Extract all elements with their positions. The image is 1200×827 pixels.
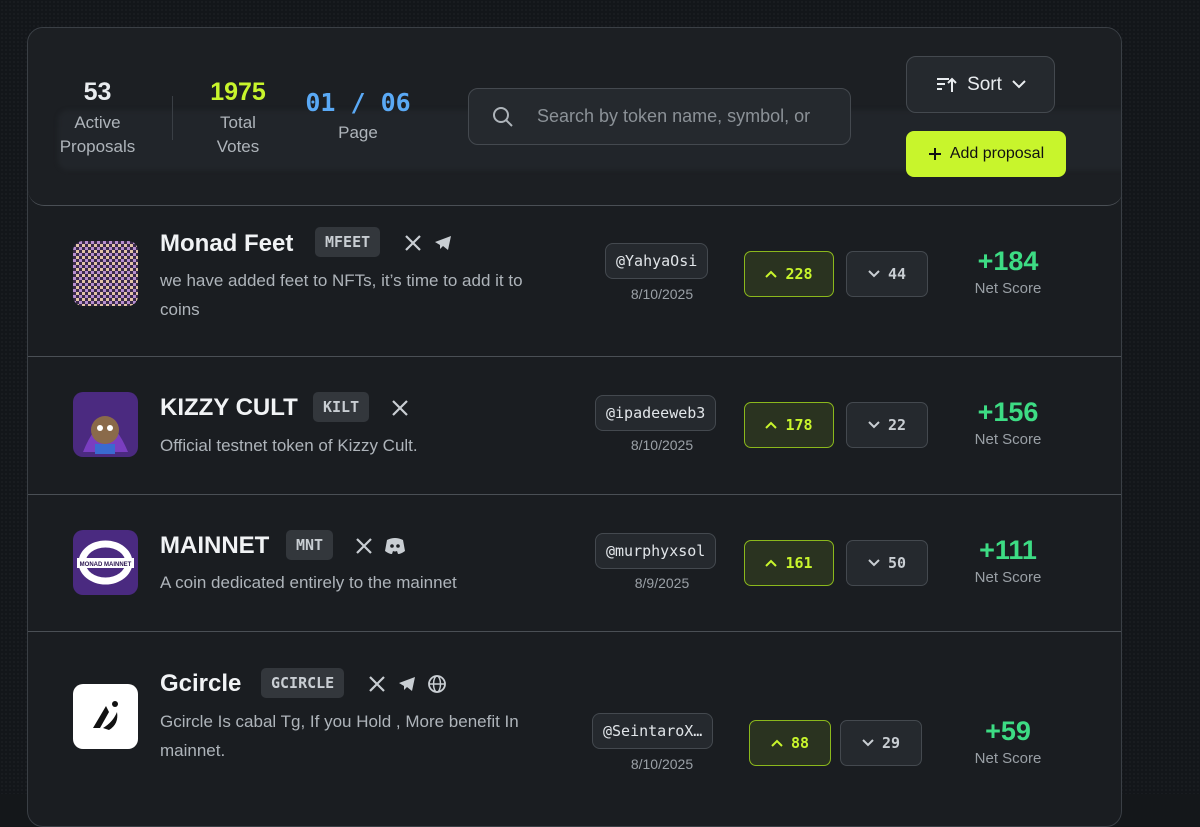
token-logo-kizzy-cult	[73, 392, 138, 457]
net-score: +111 Net Score	[974, 535, 1042, 586]
chevron-down-icon	[1012, 80, 1026, 89]
stat-divider	[172, 96, 173, 140]
x-icon[interactable]	[390, 398, 410, 418]
socials	[390, 398, 410, 418]
token-description: Official testnet token of Kizzy Cult.	[160, 436, 418, 455]
created-date: 8/9/2025	[634, 575, 690, 591]
creator-handle[interactable]: @murphyxsol	[595, 533, 717, 569]
sort-button[interactable]: Sort	[906, 56, 1055, 113]
net-score: +184 Net Score	[974, 246, 1042, 297]
token-description: we have added feet to NFTs, it’s time to…	[160, 271, 523, 319]
chevron-up-icon	[771, 739, 783, 747]
creator-handle[interactable]: @ipadeeweb3	[595, 395, 717, 431]
token-logo-monad-feet	[73, 241, 138, 306]
upvote-button[interactable]: 88	[749, 720, 831, 766]
chevron-down-icon	[868, 270, 880, 278]
socials	[354, 536, 406, 556]
table-row[interactable]: MONAD MAINNET MAINNET MNT A coin dedicat…	[28, 495, 1121, 632]
upvote-button[interactable]: 228	[744, 251, 834, 297]
x-icon[interactable]	[367, 674, 387, 694]
telegram-icon[interactable]	[433, 233, 453, 253]
token-symbol: KILT	[313, 392, 370, 422]
table-row[interactable]: Gcircle GCIRCLE Gcircle Is cabal Tg, If …	[28, 632, 1121, 802]
net-score: +59 Net Score	[974, 716, 1042, 767]
token-symbol: GCIRCLE	[261, 668, 345, 698]
search-input[interactable]	[537, 106, 837, 127]
downvote-button[interactable]: 29	[840, 720, 922, 766]
table-row[interactable]: Monad Feet MFEET we have added feet to N…	[28, 206, 1121, 357]
proposals-panel: Monad Feet MFEET we have added feet to N…	[27, 27, 1122, 827]
x-icon[interactable]	[354, 536, 374, 556]
svg-text:MONAD MAINNET: MONAD MAINNET	[80, 562, 132, 568]
creator-handle[interactable]: @YahyaOsi	[605, 243, 709, 279]
downvote-button[interactable]: 50	[846, 540, 928, 586]
creator-handle[interactable]: @SeintaroX…	[592, 713, 714, 749]
x-icon[interactable]	[403, 233, 423, 253]
created-date: 8/10/2025	[630, 286, 694, 302]
total-votes-stat: 1975 Total Votes	[210, 78, 266, 156]
search-box[interactable]	[468, 88, 851, 145]
active-proposals-stat: 53 Active Proposals	[59, 78, 136, 156]
chevron-down-icon	[868, 421, 880, 429]
net-score: +156 Net Score	[974, 397, 1042, 448]
chevron-down-icon	[868, 559, 880, 567]
globe-icon[interactable]	[427, 674, 447, 694]
upvote-button[interactable]: 161	[744, 540, 834, 586]
downvote-button[interactable]: 22	[846, 402, 928, 448]
page-indicator: 01 / 06 Page	[305, 88, 411, 142]
proposals-header: 53 Active Proposals 1975 Total Votes 01 …	[28, 28, 1121, 206]
plus-icon	[928, 147, 942, 161]
discord-icon[interactable]	[384, 537, 406, 555]
chevron-down-icon	[862, 739, 874, 747]
token-description: A coin dedicated entirely to the mainnet	[160, 573, 457, 592]
chevron-up-icon	[765, 559, 778, 567]
table-row[interactable]: KIZZY CULT KILT Official testnet token o…	[28, 357, 1121, 495]
token-logo-gcircle	[73, 684, 138, 749]
chevron-up-icon	[765, 270, 778, 278]
token-logo-mainnet: MONAD MAINNET	[73, 530, 138, 595]
sort-icon	[935, 76, 957, 94]
token-name: KIZZY CULT	[160, 394, 298, 421]
socials	[403, 233, 453, 253]
search-icon	[491, 105, 515, 129]
telegram-icon[interactable]	[397, 674, 417, 694]
downvote-button[interactable]: 44	[846, 251, 928, 297]
socials	[367, 674, 447, 694]
upvote-button[interactable]: 178	[744, 402, 834, 448]
add-proposal-button[interactable]: Add proposal	[906, 131, 1066, 177]
created-date: 8/10/2025	[630, 437, 694, 453]
chevron-up-icon	[765, 421, 778, 429]
token-description: Gcircle Is cabal Tg, If you Hold , More …	[160, 712, 519, 760]
token-name: Gcircle	[160, 670, 242, 697]
token-name: Monad Feet	[160, 230, 294, 257]
token-symbol: MFEET	[315, 227, 381, 257]
token-symbol: MNT	[286, 530, 334, 560]
created-date: 8/10/2025	[630, 756, 694, 772]
token-name: MAINNET	[160, 532, 270, 559]
